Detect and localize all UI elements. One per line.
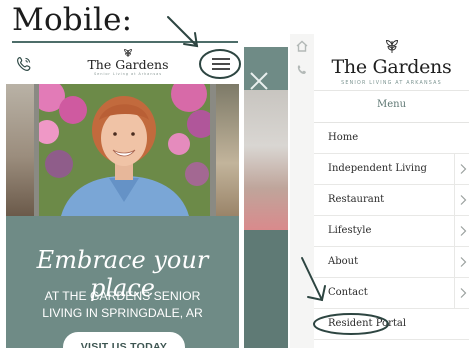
mid-footer-block [244, 230, 288, 348]
menu-heading: Menu [376, 99, 407, 110]
menu-list: Home Independent Living Restaurant Lifes… [314, 123, 469, 340]
chevron-right-icon[interactable] [459, 287, 467, 299]
menu-item-label: Lifestyle [328, 225, 372, 236]
mobile-menu-screen: The Gardens Senior Living at Arkansas Me… [290, 34, 469, 348]
hero-subtitle: At The Gardens Senior Living in Springda… [42, 289, 203, 320]
menu-item-independent-living[interactable]: Independent Living [314, 154, 469, 185]
hero-tagline-section: Embrace your place At The Gardens Senior… [6, 216, 239, 348]
menu-item-restaurant[interactable]: Restaurant [314, 185, 469, 216]
chevron-right-icon[interactable] [459, 256, 467, 268]
annotation-title: Mobile: [12, 2, 133, 38]
hero-carousel[interactable] [6, 84, 239, 216]
home-icon[interactable] [296, 40, 308, 52]
logo-tagline: Senior Living at Arkansas [93, 72, 163, 76]
mid-header-strip [244, 44, 288, 47]
chevron-right-icon[interactable] [459, 225, 467, 237]
mobile-header: The Gardens Senior Living at Arkansas [6, 44, 239, 84]
hero-photo [39, 84, 210, 216]
menu-item-label: Resident Portal [328, 318, 407, 329]
menu-item-label: Contact [328, 287, 368, 298]
menu-item-label: Restaurant [328, 194, 385, 205]
menu-item-separator [454, 154, 455, 184]
chevron-right-icon[interactable] [459, 194, 467, 206]
carousel-next-slide[interactable] [216, 84, 239, 216]
carousel-prev-slide[interactable] [6, 84, 34, 216]
menu-logo-name[interactable]: The Gardens [314, 56, 469, 78]
phone-icon[interactable] [15, 55, 33, 73]
menu-item-home[interactable]: Home [314, 123, 469, 154]
chevron-right-icon[interactable] [459, 163, 467, 175]
dimmed-photo [244, 90, 288, 230]
site-logo[interactable]: The Gardens Senior Living at Arkansas [76, 48, 180, 76]
menu-panel: The Gardens Senior Living at Arkansas Me… [314, 34, 469, 348]
menu-opening-screen [244, 44, 288, 348]
menu-item-lifestyle[interactable]: Lifestyle [314, 216, 469, 247]
menu-item-label: About [328, 256, 359, 267]
menu-logo-tagline: Senior Living at Arkansas [341, 81, 442, 86]
menu-item-about[interactable]: About [314, 247, 469, 278]
logo-name: The Gardens [87, 57, 169, 72]
visit-us-button[interactable]: VISIT US TODAY [63, 332, 185, 348]
hero-photo-illustration [39, 84, 210, 216]
hamburger-menu-icon[interactable] [205, 55, 237, 73]
menu-item-separator [454, 278, 455, 308]
menu-item-resident-portal[interactable]: Resident Portal [314, 309, 469, 340]
visit-us-button-label: VISIT US TODAY [80, 341, 168, 348]
close-icon[interactable] [248, 70, 270, 92]
menu-item-separator [454, 216, 455, 246]
menu-item-contact[interactable]: Contact [314, 278, 469, 309]
menu-item-label: Home [328, 132, 359, 143]
menu-item-separator [454, 247, 455, 277]
mobile-homepage-screen: The Gardens Senior Living at Arkansas Em… [6, 44, 239, 348]
phone-icon[interactable] [296, 64, 308, 76]
menu-item-label: Independent Living [328, 163, 427, 174]
menu-icon-rail [290, 34, 315, 348]
menu-item-separator [454, 185, 455, 215]
annotation-underline [12, 41, 238, 43]
leaf-logo-icon [386, 40, 398, 53]
logo-divider [314, 90, 469, 91]
